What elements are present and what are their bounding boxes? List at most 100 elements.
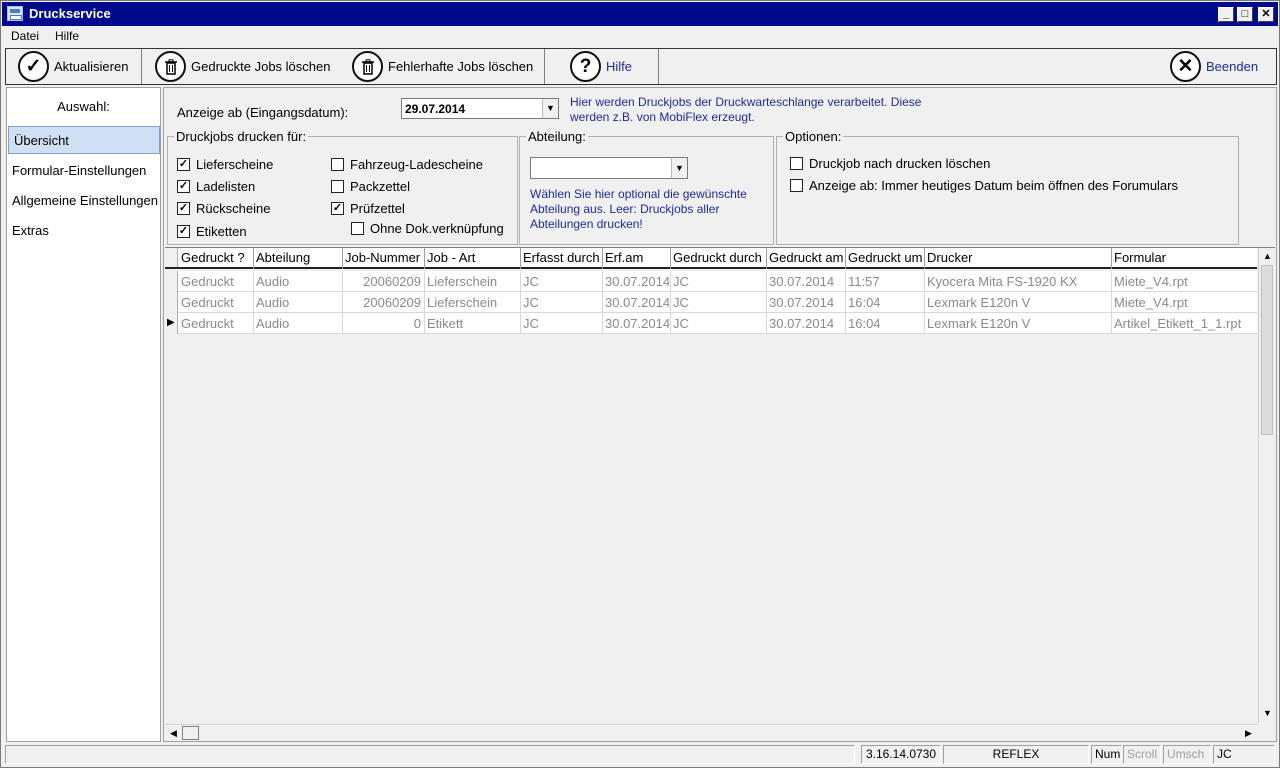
row-selector[interactable] — [165, 292, 178, 313]
menu-datei[interactable]: Datei — [11, 29, 39, 43]
checkbox-ladelisten[interactable]: ✓ Ladelisten — [177, 179, 255, 194]
column-header[interactable]: Gedruckt durch — [673, 250, 765, 265]
column-separator[interactable] — [602, 248, 603, 269]
column-separator[interactable] — [1111, 248, 1112, 269]
checkbox-pruefzettel[interactable]: ✓ Prüfzettel — [331, 201, 405, 216]
title-bar: Druckservice _ □ ✕ — [2, 2, 1278, 26]
column-header[interactable]: Gedruckt ? — [181, 250, 253, 265]
cell-separator — [670, 292, 671, 313]
checkbox-ohne-dok-verknuepfung[interactable]: Ohne Dok.verknüpfung — [351, 221, 504, 236]
chevron-down-icon[interactable]: ▼ — [671, 158, 687, 178]
column-header[interactable]: Gedruckt am — [769, 250, 845, 265]
checkbox-etiketten[interactable]: ✓ Etiketten — [177, 224, 247, 239]
checkbox-box[interactable] — [331, 180, 344, 193]
checkbox-box[interactable] — [790, 157, 803, 170]
scroll-up-icon[interactable]: ▲ — [1260, 249, 1275, 264]
column-separator[interactable] — [424, 248, 425, 269]
column-separator[interactable] — [924, 248, 925, 269]
column-header[interactable]: Erfasst durch — [523, 250, 601, 265]
navigation-panel: Auswahl: Übersicht Formular-Einstellunge… — [6, 87, 161, 742]
menu-hilfe[interactable]: Hilfe — [55, 29, 79, 43]
checkbox-box[interactable]: ✓ — [177, 180, 190, 193]
checkbox-box[interactable]: ✓ — [331, 202, 344, 215]
table-cell: JC — [673, 295, 689, 310]
scroll-thumb[interactable] — [1261, 265, 1273, 435]
status-user: JC — [1213, 745, 1275, 764]
nav-item-extras[interactable]: Extras — [7, 217, 160, 245]
column-header[interactable]: Gedruckt um — [848, 250, 923, 265]
app-window: Druckservice _ □ ✕ Datei Hilfe ✓ Aktuali… — [0, 0, 1280, 768]
options-title: Optionen: — [783, 129, 844, 144]
nav-item-allgemeine-einstellungen[interactable]: Allgemeine Einstellungen — [7, 187, 160, 215]
table-row[interactable]: Gedruckt Audio 20060209 Lieferschein JC … — [165, 271, 1257, 292]
status-version: 3.16.14.0730 — [861, 745, 941, 764]
table-cell: Audio — [256, 274, 290, 289]
column-separator[interactable] — [520, 248, 521, 269]
scroll-down-icon[interactable]: ▼ — [1260, 706, 1275, 721]
table-cell: JC — [673, 316, 689, 331]
date-picker[interactable]: 29.07.2014 ▼ — [401, 98, 559, 119]
column-header[interactable]: Job-Nummer — [345, 250, 424, 265]
checkbox-fahrzeug-ladescheine[interactable]: Fahrzeug-Ladescheine — [331, 157, 483, 172]
column-separator[interactable] — [253, 248, 254, 269]
checkbox-label: Fahrzeug-Ladescheine — [350, 157, 483, 172]
checkbox-label: Rückscheine — [196, 201, 271, 216]
column-header[interactable]: Formular — [1114, 250, 1254, 265]
column-header[interactable]: Drucker — [927, 250, 1110, 265]
exit-button[interactable]: ✕ Beenden — [1170, 49, 1258, 84]
cell-separator — [845, 292, 846, 313]
column-header[interactable]: Erf.am — [605, 250, 669, 265]
cell-separator — [424, 271, 425, 292]
column-separator[interactable] — [766, 248, 767, 269]
column-separator[interactable] — [845, 248, 846, 269]
refresh-label: Aktualisieren — [54, 59, 129, 74]
maximize-button[interactable]: □ — [1237, 7, 1253, 22]
checkbox-label: Ladelisten — [196, 179, 256, 194]
column-header[interactable]: Abteilung — [256, 250, 341, 265]
checkbox-lieferscheine[interactable]: ✓ Lieferscheine — [177, 157, 273, 172]
table-cell: JC — [523, 295, 539, 310]
chevron-down-icon[interactable]: ▼ — [542, 99, 558, 118]
department-select[interactable]: ▼ — [530, 157, 688, 179]
checkbox-rueckscheine[interactable]: ✓ Rückscheine — [177, 201, 270, 216]
checkbox-packzettel[interactable]: Packzettel — [331, 179, 410, 194]
horizontal-scrollbar[interactable]: ◀ ▶ — [165, 724, 1257, 741]
row-selector[interactable] — [165, 271, 178, 292]
print-for-group: Druckjobs drucken für: ✓ Lieferscheine ✓ L… — [167, 129, 518, 245]
checkbox-today-date[interactable]: Anzeige ab: Immer heutiges Datum beim öf… — [790, 178, 1178, 193]
checkbox-box[interactable]: ✓ — [177, 158, 190, 171]
refresh-button[interactable]: ✓ Aktualisieren — [18, 49, 128, 84]
scroll-right-icon[interactable]: ▶ — [1241, 726, 1256, 741]
column-header[interactable]: Job - Art — [427, 250, 519, 265]
scroll-left-icon[interactable]: ◀ — [166, 726, 181, 741]
column-separator[interactable] — [342, 248, 343, 269]
cell-separator — [602, 271, 603, 292]
row-selector[interactable]: ▶ — [165, 313, 178, 334]
checkbox-box[interactable] — [351, 222, 364, 235]
table-row[interactable]: ▶ Gedruckt Audio 0 Etikett JC 30.07.2014… — [165, 313, 1257, 334]
checkbox-box[interactable]: ✓ — [177, 202, 190, 215]
cell-separator — [845, 271, 846, 292]
nav-item-uebersicht[interactable]: Übersicht — [8, 126, 160, 154]
department-hint: Wählen Sie hier optional die gewünschte … — [530, 187, 747, 232]
checkbox-label: Packzettel — [350, 179, 410, 194]
help-button[interactable]: ? Hilfe — [570, 49, 632, 84]
checkbox-box[interactable]: ✓ — [177, 225, 190, 238]
nav-item-formular-einstellungen[interactable]: Formular-Einstellungen — [7, 157, 160, 185]
table-cell: 20060209 — [363, 295, 421, 310]
vertical-scrollbar[interactable]: ▲ ▼ — [1258, 248, 1275, 723]
close-button[interactable]: ✕ — [1258, 7, 1274, 22]
checkbox-box[interactable] — [790, 179, 803, 192]
column-separator[interactable] — [670, 248, 671, 269]
minimize-button[interactable]: _ — [1218, 7, 1234, 22]
scroll-thumb[interactable] — [182, 726, 199, 740]
delete-failed-button[interactable]: Fehlerhafte Jobs löschen — [352, 49, 533, 84]
status-message — [5, 745, 855, 764]
checkbox-box[interactable] — [331, 158, 344, 171]
table-row[interactable]: Gedruckt Audio 20060209 Lieferschein JC … — [165, 292, 1257, 313]
delete-printed-button[interactable]: Gedruckte Jobs löschen — [155, 49, 330, 84]
menu-bar: Datei Hilfe — [2, 27, 1278, 47]
cell-separator — [253, 313, 254, 334]
checkbox-delete-after-print[interactable]: Druckjob nach drucken löschen — [790, 156, 990, 171]
checkbox-label: Anzeige ab: Immer heutiges Datum beim öf… — [809, 178, 1178, 193]
